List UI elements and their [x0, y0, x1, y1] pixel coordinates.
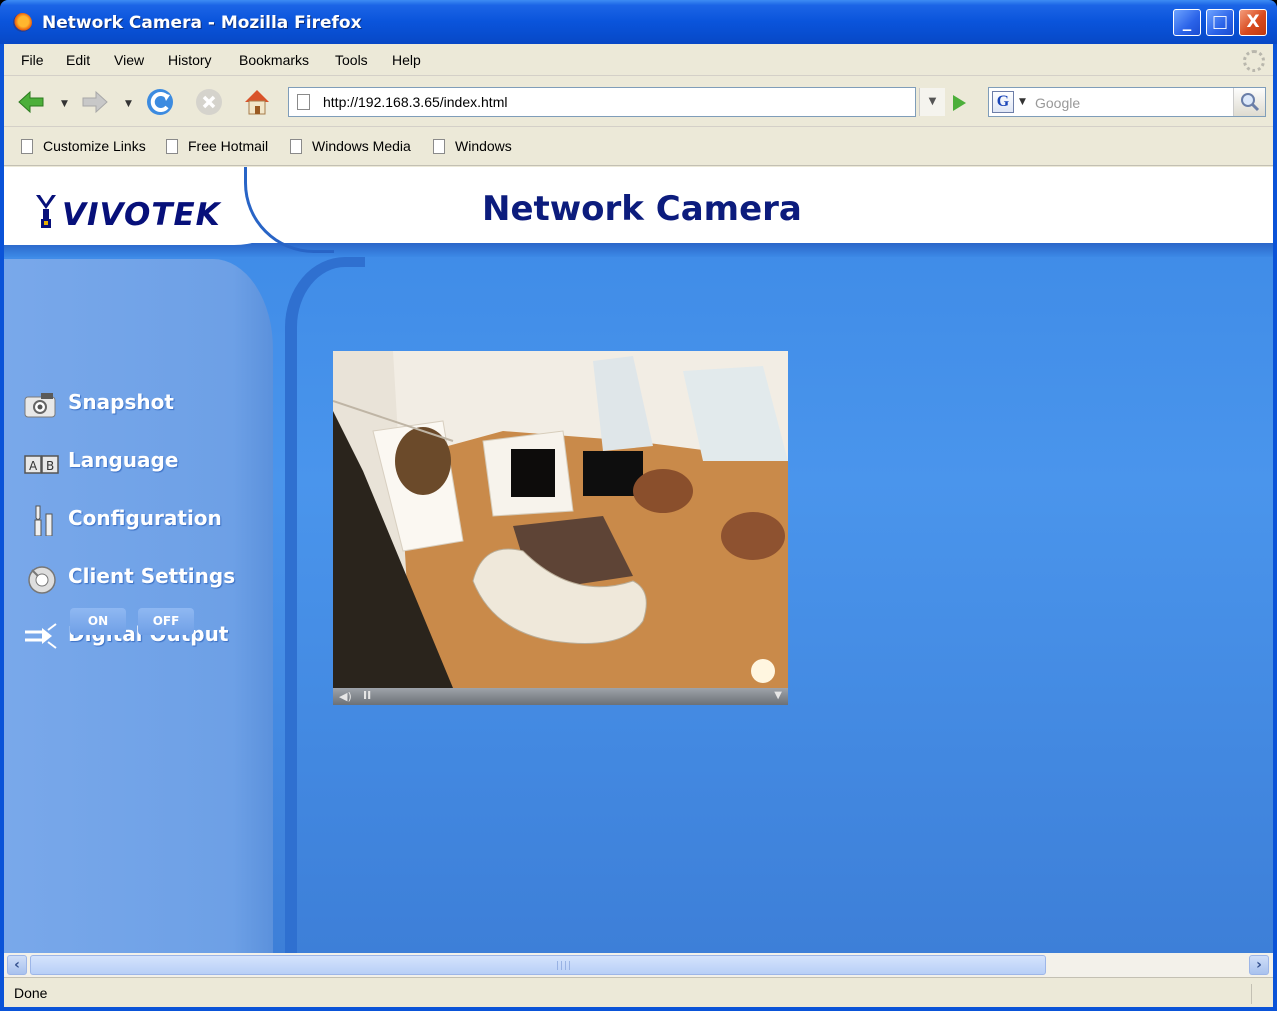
- go-button[interactable]: [946, 90, 972, 116]
- client-settings-icon: [28, 566, 56, 594]
- address-history-dropdown-icon[interactable]: ▼: [919, 88, 945, 116]
- menu-file[interactable]: File: [21, 52, 44, 68]
- vivotek-logo-mark-icon: [36, 195, 56, 228]
- live-video-image: [333, 351, 788, 688]
- bookmarks-toolbar: Customize Links Free Hotmail Windows Med…: [4, 128, 1273, 166]
- bookmark-customize-links[interactable]: Customize Links: [21, 138, 146, 158]
- camera-live-view[interactable]: ◀) II ▼: [333, 351, 788, 705]
- reload-icon: [147, 89, 173, 115]
- page-icon: [297, 94, 310, 110]
- address-bar[interactable]: http://192.168.3.65/index.html ▼: [288, 87, 945, 117]
- bookmark-free-hotmail[interactable]: Free Hotmail: [166, 138, 268, 158]
- search-input[interactable]: Google: [1035, 95, 1080, 111]
- menu-bar: File Edit View History Bookmarks Tools H…: [4, 44, 1273, 76]
- back-button[interactable]: [16, 87, 46, 117]
- title-bar: Network Camera - Mozilla Firefox _ □ X: [0, 0, 1277, 44]
- forward-history-dropdown-icon[interactable]: ▼: [125, 99, 132, 109]
- browser-window: Network Camera - Mozilla Firefox _ □ X F…: [0, 0, 1277, 1011]
- home-icon: [245, 90, 269, 115]
- home-button[interactable]: [242, 87, 272, 117]
- forward-arrow-icon: [82, 90, 108, 114]
- digital-output-off-button[interactable]: OFF: [138, 608, 194, 635]
- scroll-left-icon[interactable]: ‹: [7, 955, 27, 975]
- reload-button[interactable]: [145, 87, 175, 117]
- menu-history[interactable]: History: [168, 52, 212, 68]
- menu-view[interactable]: View: [114, 52, 144, 68]
- horizontal-scrollbar[interactable]: ‹ |||| ›: [4, 953, 1273, 977]
- language-icon: AB: [24, 455, 59, 474]
- menu-help[interactable]: Help: [392, 52, 421, 68]
- bookmark-windows[interactable]: Windows: [433, 138, 512, 158]
- stop-icon: [196, 89, 222, 115]
- browser-frame: File Edit View History Bookmarks Tools H…: [4, 44, 1273, 1007]
- window-title: Network Camera - Mozilla Firefox: [42, 13, 362, 33]
- dropdown-icon[interactable]: ▼: [774, 690, 782, 701]
- menu-edit[interactable]: Edit: [66, 52, 90, 68]
- page-title: Network Camera: [482, 189, 802, 229]
- address-url[interactable]: http://192.168.3.65/index.html: [323, 94, 507, 110]
- scrollbar-thumb[interactable]: ||||: [30, 955, 1046, 975]
- stop-button[interactable]: [194, 87, 224, 117]
- search-button[interactable]: [1233, 88, 1265, 116]
- svg-text:B: B: [46, 459, 54, 473]
- magnifier-icon: [1241, 93, 1260, 112]
- throbber-icon: [1243, 50, 1265, 72]
- svg-text:A: A: [29, 459, 38, 473]
- scroll-right-icon[interactable]: ›: [1249, 955, 1269, 975]
- resize-grip-icon[interactable]: [1251, 984, 1271, 1004]
- speaker-icon[interactable]: ◀): [339, 690, 352, 703]
- search-box[interactable]: G ▼ Google: [988, 87, 1266, 117]
- page-icon: [166, 138, 178, 154]
- close-button[interactable]: X: [1239, 9, 1267, 36]
- page-content: VIVOTEK Network Camera Snapshot AB Langu…: [4, 167, 1273, 953]
- camera-icon: [24, 393, 56, 418]
- menu-bookmarks[interactable]: Bookmarks: [239, 52, 309, 68]
- firefox-icon: [13, 13, 32, 32]
- forward-button[interactable]: [80, 87, 110, 117]
- status-bar: Done: [4, 977, 1273, 1007]
- go-arrow-icon: [953, 95, 966, 111]
- back-arrow-icon: [18, 90, 44, 114]
- maximize-button[interactable]: □: [1206, 9, 1234, 36]
- menu-tools[interactable]: Tools: [335, 52, 368, 68]
- header-divider: [4, 243, 1273, 257]
- page-icon: [433, 138, 445, 154]
- pause-icon[interactable]: II: [363, 689, 371, 702]
- page-icon: [21, 138, 33, 154]
- bookmark-windows-media[interactable]: Windows Media: [290, 138, 411, 158]
- navigation-toolbar: ▼ ▼ http://192.168.3.65/index.html ▼ G ▼…: [4, 77, 1273, 127]
- player-control-bar: ◀) II ▼: [333, 688, 788, 705]
- vivotek-logo[interactable]: VIVOTEK: [34, 189, 221, 233]
- search-engine-dropdown-icon[interactable]: ▼: [1019, 97, 1026, 107]
- minimize-button[interactable]: _: [1173, 9, 1201, 36]
- search-engine-icon[interactable]: G: [992, 91, 1014, 113]
- back-history-dropdown-icon[interactable]: ▼: [61, 99, 68, 109]
- scrollbar-grip-icon: ||||: [556, 961, 573, 971]
- wrench-icon: [34, 505, 53, 536]
- page-icon: [290, 138, 302, 154]
- digital-output-icon: [25, 623, 57, 649]
- status-text: Done: [14, 985, 48, 1001]
- sidebar: [4, 259, 273, 953]
- digital-output-on-button[interactable]: ON: [70, 608, 126, 635]
